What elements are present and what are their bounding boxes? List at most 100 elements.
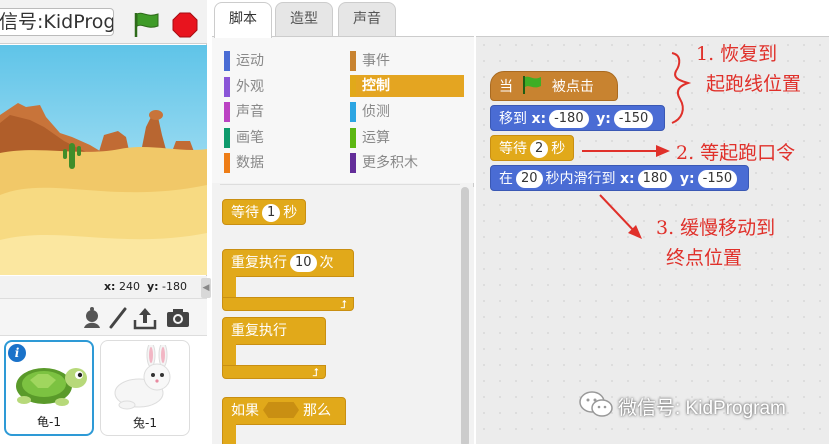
wait-seconds-input[interactable]: 2 — [530, 140, 549, 158]
green-flag-icon — [523, 76, 542, 94]
category-sound[interactable]: 声音 — [224, 101, 264, 123]
glide-to-xy-block[interactable]: 在 20 秒内滑行到 x: 180 y: -150 — [490, 165, 750, 191]
sprite-tile-turtle[interactable]: i 龟-1 — [4, 340, 94, 436]
palette-block-list: 等待 1 秒 重复执行 10 次 ⮥ 重复执行 ⮥ 如果 那么 — [212, 187, 474, 444]
goto-y-input[interactable]: -150 — [613, 110, 654, 128]
camera-icon[interactable] — [166, 306, 190, 330]
block-text: 重复执行 — [231, 255, 287, 271]
block-text: 秒 — [283, 205, 298, 221]
glide-x-input[interactable]: 180 — [637, 170, 673, 188]
category-label: 数据 — [236, 155, 264, 171]
block-text: x: — [620, 171, 635, 187]
when-flag-clicked-block[interactable]: 当 被点击 — [490, 71, 618, 101]
block-text: x: — [531, 111, 547, 127]
stage-collapse-handle[interactable]: ◀ — [201, 278, 211, 298]
category-label: 控制 — [362, 78, 390, 94]
category-swatch — [350, 128, 356, 148]
tab-scripts[interactable]: 脚本 — [214, 2, 272, 38]
sprite-tile-rabbit[interactable]: 兔-1 — [100, 340, 190, 436]
repeat-count-input[interactable]: 10 — [290, 254, 317, 272]
goto-x-input[interactable]: -180 — [549, 110, 589, 128]
palette-divider — [220, 184, 460, 185]
loop-arrow-icon: ⮥ — [340, 298, 348, 311]
category-label: 运动 — [236, 53, 264, 69]
block-text: 被点击 — [551, 79, 594, 95]
new-sprite-toolbar — [0, 298, 207, 336]
category-operators[interactable]: 运算 — [350, 127, 390, 149]
category-label: 运算 — [362, 130, 390, 146]
block-text: 等待 — [231, 205, 259, 221]
category-motion[interactable]: 运动 — [224, 50, 264, 72]
block-text: 次 — [319, 255, 334, 271]
block-text: y: — [596, 111, 611, 127]
sprite-name: 兔-1 — [133, 416, 157, 430]
palette-if-block[interactable]: 如果 那么 — [222, 397, 346, 444]
mouse-coordinates: x: 240 y: -180 — [104, 276, 187, 298]
stop-sign-icon[interactable] — [172, 12, 198, 38]
palette-forever-block[interactable]: 重复执行 ⮥ — [222, 317, 326, 381]
glide-y-input[interactable]: -150 — [697, 170, 738, 188]
category-label: 声音 — [236, 104, 264, 120]
stage-info-bar: x: 240 y: -180 — [0, 276, 207, 298]
category-data[interactable]: 数据 — [224, 152, 264, 174]
green-flag-icon[interactable] — [131, 10, 161, 38]
category-swatch — [224, 128, 230, 148]
category-swatch — [224, 77, 230, 97]
turtle-thumbnail — [16, 368, 87, 406]
block-text: 等待 — [499, 141, 527, 157]
annotation-2: 2. 等起跑口令 — [676, 142, 796, 164]
sprite-name: 龟-1 — [37, 415, 61, 429]
y-label: y: — [146, 280, 159, 293]
upload-sprite-icon[interactable] — [133, 306, 157, 330]
category-swatch — [224, 102, 230, 122]
palette-repeat-block[interactable]: 重复执行 10 次 ⮥ — [222, 249, 354, 313]
stage-header: 信号:KidProg — [0, 0, 207, 44]
repeat-block-header: 重复执行 10 次 — [222, 249, 354, 277]
scripts-area[interactable]: 当 被点击 移到 x: -180 y: -150 等待 2 秒 在 20 秒内滑行到 x: 1… — [476, 36, 829, 444]
y-value: -180 — [162, 280, 187, 293]
annotation-3-line-1: 3. 缓慢移动到 — [656, 217, 776, 239]
stage-canvas[interactable] — [0, 45, 207, 275]
paint-new-sprite-icon[interactable] — [106, 306, 130, 330]
annotation-1-line-2: 起跑线位置 — [706, 73, 802, 95]
category-label: 更多积木 — [362, 155, 418, 171]
category-more-blocks[interactable]: 更多积木 — [350, 152, 418, 174]
category-swatch — [224, 153, 230, 173]
wait-seconds-input[interactable]: 1 — [262, 204, 281, 222]
project-title-field[interactable]: 信号:KidProg — [0, 8, 114, 36]
palette-wait-block[interactable]: 等待 1 秒 — [222, 199, 307, 225]
go-to-xy-block[interactable]: 移到 x: -180 y: -150 — [490, 105, 666, 131]
editor-tabs: 脚本 造型 声音 — [212, 0, 829, 38]
wechat-logo-icon — [579, 391, 613, 417]
annotation-3-line-2: 终点位置 — [666, 247, 743, 269]
c-block-bottom: ⮥ — [222, 365, 326, 379]
if-block-header: 如果 那么 — [222, 397, 346, 425]
rabbit-thumbnail — [114, 345, 171, 410]
category-swatch — [350, 76, 356, 96]
stage-panel: 信号:KidProg x: 240 y: -180 ◀ i 龟-1 兔-1 — [0, 0, 211, 444]
choose-sprite-from-library-icon[interactable] — [80, 306, 104, 330]
category-sensing[interactable]: 侦测 — [350, 101, 390, 123]
watermark-text: 微信号: KidProgram — [618, 398, 786, 419]
category-pen[interactable]: 画笔 — [224, 127, 264, 149]
palette-scrollbar[interactable] — [461, 187, 469, 444]
condition-slot[interactable] — [263, 402, 299, 418]
block-text: y: — [679, 171, 695, 187]
category-label: 事件 — [362, 53, 390, 69]
wait-block[interactable]: 等待 2 秒 — [490, 135, 575, 161]
category-swatch — [350, 102, 356, 122]
block-text: 秒内滑行到 — [545, 171, 616, 187]
c-block-arm — [222, 276, 236, 298]
block-text: 重复执行 — [231, 323, 287, 339]
sprite-list: i 龟-1 兔-1 — [0, 336, 207, 444]
tab-costumes[interactable]: 造型 — [275, 2, 333, 36]
loop-arrow-icon: ⮥ — [312, 366, 320, 379]
forever-block-header: 重复执行 — [222, 317, 326, 345]
glide-seconds-input[interactable]: 20 — [516, 170, 543, 188]
category-events[interactable]: 事件 — [350, 50, 390, 72]
category-control[interactable]: 控制 — [350, 75, 464, 97]
block-text: 在 — [499, 171, 513, 187]
tab-sounds[interactable]: 声音 — [338, 2, 396, 36]
category-swatch — [350, 51, 356, 71]
category-looks[interactable]: 外观 — [224, 76, 264, 98]
